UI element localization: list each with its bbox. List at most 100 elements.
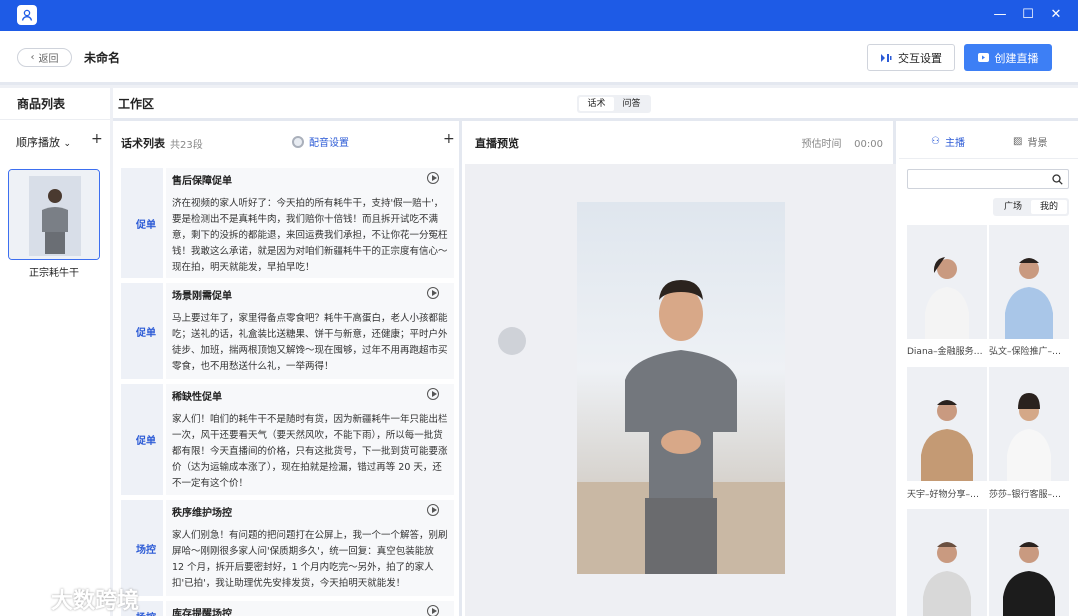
preview-canvas[interactable] [465,164,896,616]
anchor-name: 莎莎–银行客服–… [989,490,1062,500]
person-icon: ⚇ [931,136,940,147]
product-thumbnail [9,170,99,259]
create-live-label: 创建直播 [994,51,1039,65]
anchor-card[interactable] [989,367,1069,481]
script-tag: 促单 [121,384,163,495]
script-list-title: 话术列表 [121,137,165,150]
workspace: 工作区 话术 问答 话术列表 共23段 配音设置 + 促单 售后保障促单 济在视… [113,88,1078,616]
script-tag: 场控 [121,500,163,596]
anchor-tabs: ⚇ 主播 ▨ 背景 [899,121,1078,159]
anchor-card[interactable] [989,509,1069,616]
play-icon[interactable] [427,504,439,516]
script-item[interactable]: 场控 秩序维护场控 家人们别急！有问题的把问题打在公屏上，我一个一个解答，别刷屏… [121,500,454,596]
anchor-filter: 广场 我的 [993,198,1069,216]
watermark-logo [5,590,45,608]
workspace-header: 工作区 话术 问答 [113,88,1078,121]
tab-qa[interactable]: 问答 [614,97,649,111]
script-tag: 促单 [121,168,163,278]
product-list-title: 商品列表 [0,88,110,120]
add-product-button[interactable]: + [91,131,103,147]
anchor-thumbnail [1005,258,1053,339]
workspace-title: 工作区 [118,97,155,111]
create-live-button[interactable]: 创建直播 [964,44,1052,71]
order-label: 顺序播放 [16,136,60,149]
title-bar: — ☐ ✕ [0,0,1078,31]
script-body: 库存提醒场控 [166,601,454,616]
workspace-tabs: 话术 问答 [577,95,651,113]
tab-anchor-label: 主播 [944,138,965,149]
page-title: 未命名 [84,51,121,65]
script-tag: 促单 [121,283,163,379]
script-body: 稀缺性促单 家人们！咱们的耗牛干不是随时有货，因为新疆耗牛一年只能出栏一次，风干… [166,384,454,495]
anchor-card[interactable] [989,225,1069,339]
script-item[interactable]: 促单 售后保障促单 济在视频的家人听好了：今天拍的所有耗牛干，支持'假一赔十'，… [121,168,454,278]
presenter-figure [577,280,785,574]
script-body: 售后保障促单 济在视频的家人听好了：今天拍的所有耗牛干，支持'假一赔十'，要是检… [166,168,454,278]
anchor-panel: ⚇ 主播 ▨ 背景 广场 我的 Diana–金融服务… 弘文–保险推广–… 天宇… [899,121,1078,616]
script-title: 库存提醒场控 [172,609,232,616]
script-title: 场景刚需促单 [172,291,232,302]
minimize-icon[interactable]: — [991,6,1009,24]
tab-scripts[interactable]: 话术 [579,97,614,111]
add-script-button[interactable]: + [443,131,455,147]
play-icon[interactable] [427,605,439,616]
interact-settings-button[interactable]: 交互设置 [867,44,955,71]
anchor-name: 天宇–好物分享–… [907,490,980,500]
anchor-name: 弘文–保险推广–… [989,347,1062,357]
script-text: 家人们！咱们的耗牛干不是随时有货，因为新疆耗牛一年只能出栏一次，风干还要看天气（… [172,414,448,489]
filter-mine[interactable]: 我的 [1031,200,1067,214]
anchor-card[interactable] [907,509,987,616]
close-icon[interactable]: ✕ [1047,6,1065,24]
script-title: 秩序维护场控 [172,508,232,519]
anchor-thumbnail [1003,542,1055,616]
anchor-thumbnail [925,257,969,339]
script-item[interactable]: 场控 库存提醒场控 [121,601,454,616]
voice-settings-label: 配音设置 [309,138,349,149]
script-count: 共23段 [170,140,203,151]
preview-title: 直播预览 [475,137,519,150]
script-text: 马上要过年了，家里得备点零食吧？耗牛干高蛋白，老人小孩都能吃；送礼的话，礼盒装比… [172,313,448,372]
watermark-text: 大数跨境 [51,589,140,614]
estimated-time-value: 00:00 [854,139,883,150]
voice-settings-button[interactable]: 配音设置 [292,134,349,149]
anchor-name: Diana–金融服务… [907,347,983,357]
chevron-left-icon: ‹ [30,52,35,63]
anchor-thumbnail [923,542,971,616]
live-icon [977,53,989,62]
play-icon[interactable] [427,287,439,299]
chevron-down-icon: ⌄ [63,139,72,149]
presenter-video [577,202,785,574]
filter-square[interactable]: 广场 [995,200,1031,214]
script-item[interactable]: 促单 稀缺性促单 家人们！咱们的耗牛干不是随时有货，因为新疆耗牛一年只能出栏一次… [121,384,454,495]
anchor-card[interactable] [907,367,987,481]
back-label: 返回 [38,54,59,65]
product-panel: 商品列表 顺序播放 ⌄ + 正宗耗牛干 [0,88,110,616]
order-dropdown[interactable]: 顺序播放 ⌄ [16,134,71,150]
interact-icon [881,53,892,62]
anchor-card[interactable] [907,225,987,339]
tab-background-label: 背景 [1027,138,1048,149]
anchor-search-input[interactable] [907,169,1069,189]
watermark: 大数跨境 [5,583,139,615]
anchor-thumbnail [921,400,973,481]
back-button[interactable]: ‹ 返回 [17,48,72,67]
play-icon[interactable] [427,388,439,400]
product-name: 正宗耗牛干 [29,268,79,279]
cursor-indicator [498,327,526,355]
anchor-thumbnail [1007,393,1051,481]
live-preview-panel: 直播预览 预估时间 00:00 [465,121,896,616]
script-text: 家人们别急！有问题的把问题打在公屏上，我一个一个解答，别刷屏哈～刚刚很多家人问'… [172,530,448,589]
estimated-time: 预估时间 00:00 [801,135,883,150]
script-text: 济在视频的家人听好了：今天拍的所有耗牛干，支持'假一赔十'，要是检测出不是真耗牛… [172,198,448,273]
page-header: ‹ 返回 未命名 交互设置 创建直播 [0,31,1078,85]
play-icon[interactable] [427,172,439,184]
tab-anchor[interactable]: ⚇ 主播 [931,134,965,149]
product-card[interactable] [8,169,100,260]
script-item[interactable]: 促单 场景刚需促单 马上要过年了，家里得备点零食吧？耗牛干高蛋白，老人小孩都能吃… [121,283,454,379]
image-icon: ▨ [1013,136,1023,147]
estimated-time-label: 预估时间 [801,139,842,150]
tab-background[interactable]: ▨ 背景 [1013,134,1047,149]
voice-avatar-icon [292,135,304,148]
maximize-icon[interactable]: ☐ [1019,6,1037,24]
script-title: 稀缺性促单 [172,392,222,403]
